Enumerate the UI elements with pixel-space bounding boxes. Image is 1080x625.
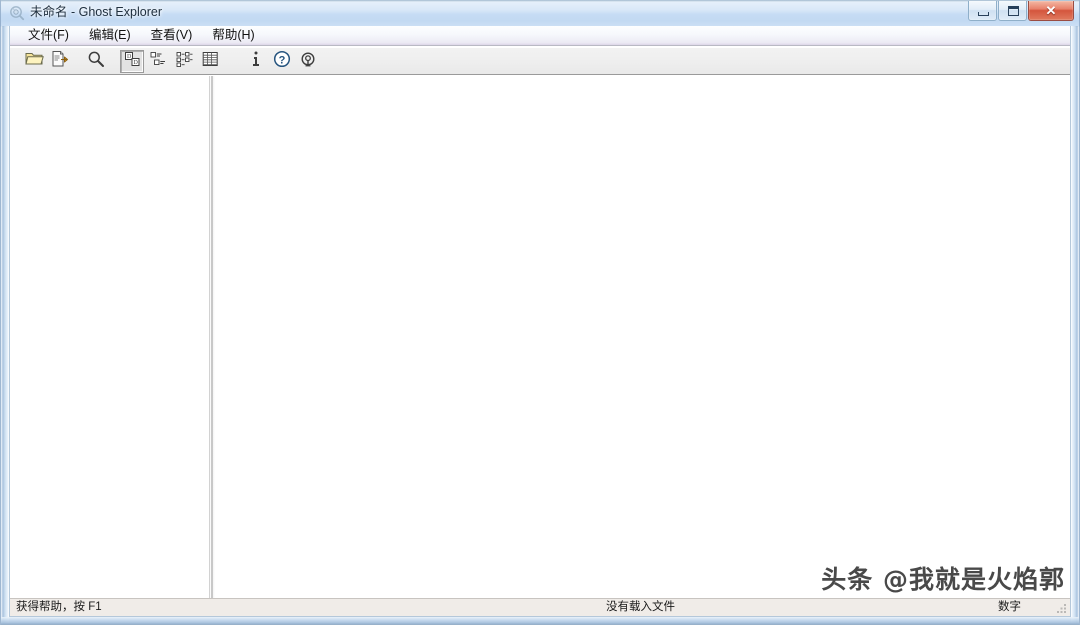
view-list-button[interactable]	[172, 50, 196, 73]
open-folder-icon	[24, 50, 44, 72]
toolbar: D D ?	[10, 47, 1070, 75]
maximize-button[interactable]	[998, 1, 1027, 21]
status-bar: 获得帮助，按 F1 没有载入文件 数字	[10, 598, 1070, 616]
view-large-icons-button[interactable]: D D	[120, 49, 144, 73]
menu-file[interactable]: 文件(F)	[18, 26, 79, 45]
about-button[interactable]	[296, 50, 320, 73]
menu-edit[interactable]: 编辑(E)	[79, 26, 141, 45]
help-button[interactable]: ?	[270, 50, 294, 73]
titlebar-highlight	[1, 0, 1079, 2]
content-panes	[10, 76, 1070, 598]
client-area: 文件(F) 编辑(E) 查看(V) 帮助(H) D D ? 获得帮助，按 F1 …	[9, 26, 1071, 617]
window-frame-right	[1071, 26, 1079, 624]
minimize-button[interactable]	[968, 1, 997, 21]
ghost-explorer-window: 未命名 - Ghost Explorer ✕ 文件(F) 编辑(E) 查看(V)…	[0, 0, 1080, 625]
search-button[interactable]	[84, 50, 108, 73]
details-view-icon	[202, 51, 219, 72]
search-magnifier-icon	[87, 50, 105, 73]
info-icon	[249, 50, 263, 73]
svg-text:D: D	[127, 54, 132, 60]
menu-bar: 文件(F) 编辑(E) 查看(V) 帮助(H)	[10, 26, 1070, 46]
folder-tree-pane[interactable]	[10, 76, 210, 598]
window-controls: ✕	[967, 1, 1074, 21]
menu-view[interactable]: 查看(V)	[141, 26, 203, 45]
window-title: 未命名 - Ghost Explorer	[30, 5, 162, 19]
ghost-about-icon	[299, 50, 317, 73]
close-button[interactable]: ✕	[1028, 1, 1074, 21]
maximize-icon	[1008, 6, 1019, 16]
small-icons-view-icon	[150, 51, 167, 72]
large-icons-view-icon: D D	[124, 51, 141, 72]
close-icon: ✕	[1045, 3, 1057, 18]
file-list-pane[interactable]	[215, 76, 1070, 598]
help-question-icon: ?	[273, 50, 291, 73]
title-bar[interactable]: 未命名 - Ghost Explorer ✕	[1, 0, 1079, 27]
open-button[interactable]	[22, 50, 46, 73]
extract-file-icon	[51, 50, 69, 73]
resize-grip-icon[interactable]	[1055, 602, 1068, 615]
svg-text:?: ?	[279, 54, 286, 66]
window-frame-left	[1, 26, 9, 624]
status-mode: 数字	[998, 601, 1021, 613]
view-small-icons-button[interactable]	[146, 50, 170, 73]
minimize-icon	[978, 12, 989, 16]
ghost-app-icon	[9, 5, 25, 21]
window-frame-bottom	[1, 617, 1079, 624]
status-help-hint: 获得帮助，按 F1	[16, 601, 102, 613]
info-button[interactable]	[244, 50, 268, 73]
list-view-icon	[176, 51, 193, 72]
status-file-state: 没有载入文件	[606, 601, 675, 613]
svg-text:D: D	[133, 60, 138, 66]
menu-help[interactable]: 帮助(H)	[202, 26, 264, 45]
extract-button[interactable]	[48, 50, 72, 73]
view-details-button[interactable]	[198, 50, 222, 73]
